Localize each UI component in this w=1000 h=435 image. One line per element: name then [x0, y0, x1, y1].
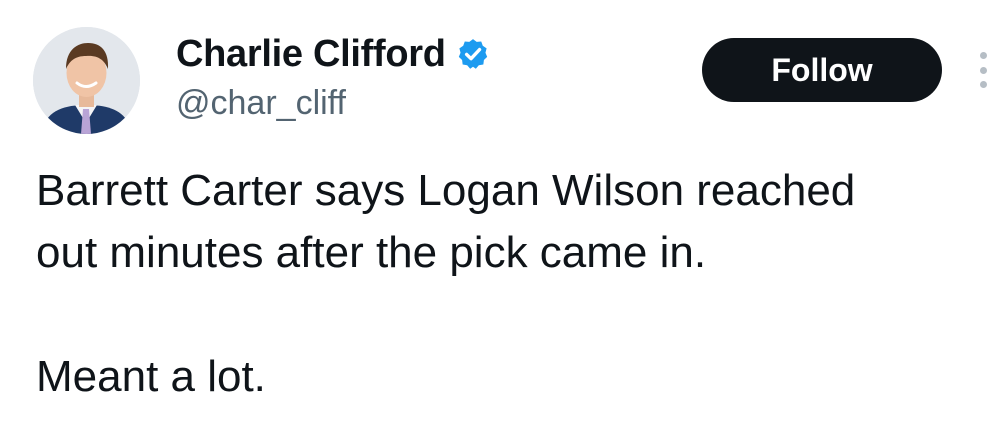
author-display-name[interactable]: Charlie Clifford	[176, 33, 446, 76]
author-handle[interactable]: @char_cliff	[176, 84, 346, 123]
tweet-text-line: Barrett Carter says Logan Wilson reached	[36, 166, 856, 215]
more-dot	[979, 81, 987, 88]
more-dot	[979, 52, 987, 59]
more-vertical-icon[interactable]	[976, 52, 990, 88]
tweet-text-line: Meant a lot.	[36, 352, 266, 401]
tweet-text-line: out minutes after the pick came in.	[36, 228, 707, 277]
author-name-row: Charlie Clifford	[176, 32, 490, 76]
more-dot	[979, 66, 987, 74]
tweet-text: Barrett Carter says Logan Wilson reached…	[36, 160, 986, 408]
avatar-image	[33, 27, 140, 134]
follow-button[interactable]: Follow	[702, 38, 942, 102]
verified-badge-icon	[458, 39, 487, 69]
avatar[interactable]	[33, 27, 140, 134]
